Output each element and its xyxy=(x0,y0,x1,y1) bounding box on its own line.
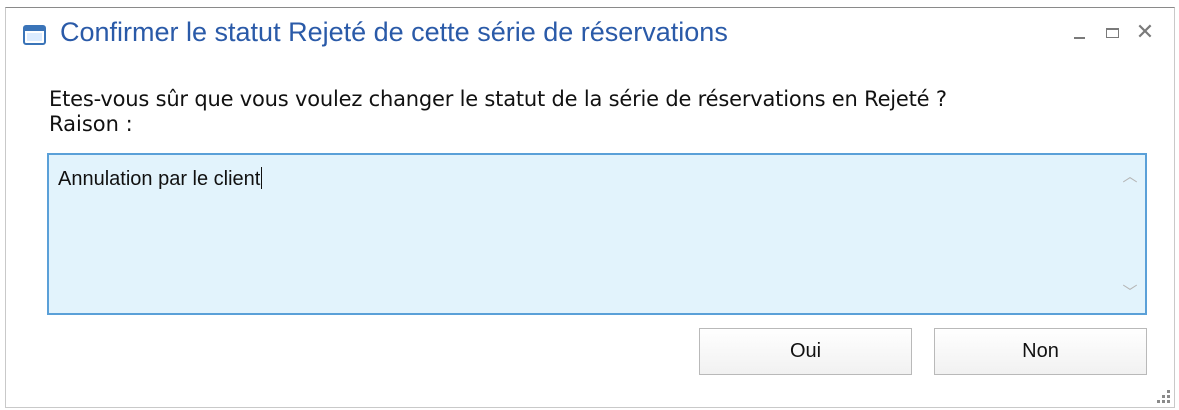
reason-value: Annulation par le client xyxy=(58,168,261,190)
no-button[interactable]: Non xyxy=(934,328,1147,375)
dialog-title: Confirmer le statut Rejeté de cette séri… xyxy=(60,17,728,47)
confirm-dialog: Confirmer le statut Rejeté de cette séri… xyxy=(5,7,1175,408)
reason-textarea[interactable]: Annulation par le client ︿ ﹀ xyxy=(47,153,1147,315)
close-button[interactable]: ✕ xyxy=(1134,22,1156,44)
minimize-button[interactable] xyxy=(1069,22,1091,44)
minimize-icon xyxy=(1074,37,1085,39)
window-icon xyxy=(23,25,46,45)
textarea-scrollbar[interactable]: ︿ ﹀ xyxy=(1115,155,1145,313)
resize-grip-icon[interactable] xyxy=(1157,390,1171,404)
maximize-button[interactable] xyxy=(1102,22,1124,44)
reason-text-line: Annulation par le client xyxy=(58,167,263,191)
yes-button[interactable]: Oui xyxy=(699,328,912,375)
title-bar[interactable]: Confirmer le statut Rejeté de cette séri… xyxy=(6,8,1174,60)
close-icon: ✕ xyxy=(1135,20,1155,45)
maximize-icon xyxy=(1106,28,1119,38)
text-caret xyxy=(261,167,263,189)
reason-label: Raison : xyxy=(49,112,133,136)
confirmation-question: Etes-vous sûr que vous voulez changer le… xyxy=(49,87,947,111)
scroll-down-icon[interactable]: ﹀ xyxy=(1115,277,1145,307)
scroll-up-icon[interactable]: ︿ xyxy=(1115,161,1145,191)
